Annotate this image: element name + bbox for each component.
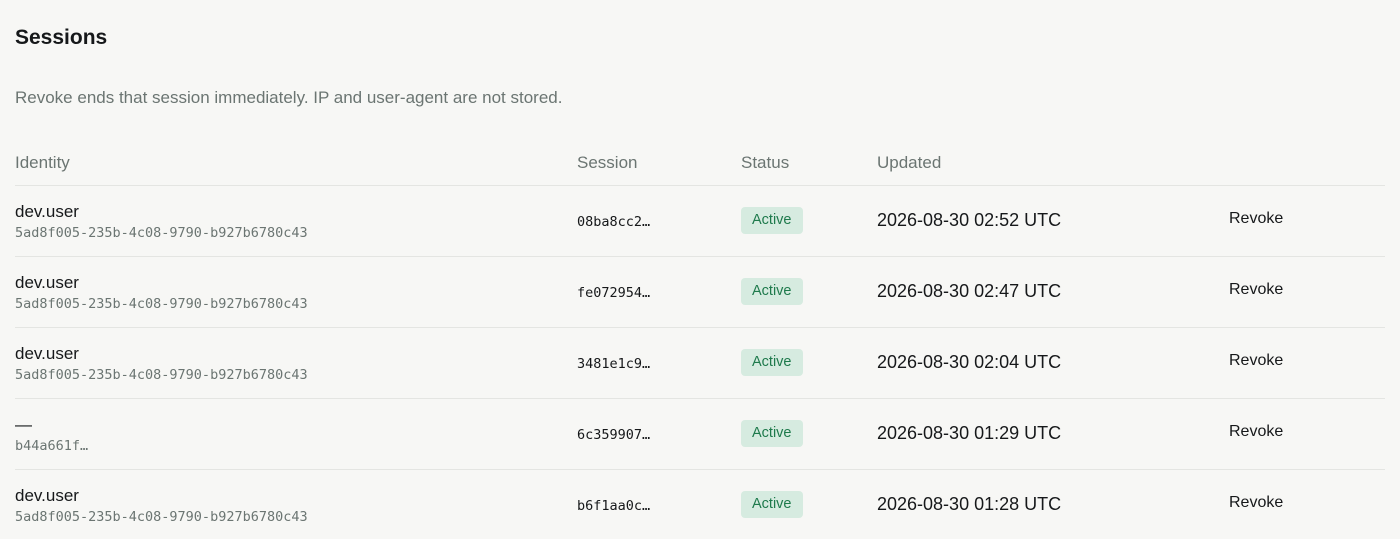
- updated-timestamp: 2026-08-30 01:29 UTC: [877, 423, 1062, 443]
- session-id: 08ba8cc2…: [577, 214, 651, 230]
- session-id: fe072954…: [577, 285, 651, 301]
- sessions-page: Sessions Revoke ends that session immedi…: [0, 0, 1400, 539]
- table-row: dev.user 5ad8f005-235b-4c08-9790-b927b67…: [15, 186, 1385, 257]
- session-id: 3481e1c9…: [577, 356, 651, 372]
- updated-timestamp: 2026-08-30 01:28 UTC: [877, 494, 1062, 514]
- status-badge: Active: [741, 491, 803, 518]
- column-header-identity: Identity: [15, 153, 70, 172]
- identity-name: dev.user: [15, 486, 79, 505]
- identity-name: dev.user: [15, 202, 79, 221]
- page-title: Sessions: [15, 26, 108, 49]
- table-header: Identity Session Status Updated: [15, 145, 1385, 186]
- revoke-button[interactable]: Revoke: [1229, 494, 1283, 512]
- identity-name: dev.user: [15, 344, 79, 363]
- revoke-button[interactable]: Revoke: [1229, 210, 1283, 228]
- updated-timestamp: 2026-08-30 02:52 UTC: [877, 210, 1062, 230]
- table-row: dev.user 5ad8f005-235b-4c08-9790-b927b67…: [15, 328, 1385, 399]
- status-badge: Active: [741, 349, 803, 376]
- table-row: — b44a661f… 6c359907… Active 2026-08-30 …: [15, 399, 1385, 470]
- status-badge: Active: [741, 207, 803, 234]
- column-header-session: Session: [577, 153, 638, 172]
- column-header-status: Status: [741, 153, 790, 172]
- identity-id: 5ad8f005-235b-4c08-9790-b927b6780c43: [15, 509, 308, 525]
- revoke-button[interactable]: Revoke: [1229, 352, 1283, 370]
- revoke-button[interactable]: Revoke: [1229, 423, 1283, 441]
- session-id: 6c359907…: [577, 427, 651, 443]
- column-header-updated: Updated: [877, 153, 942, 172]
- identity-id: 5ad8f005-235b-4c08-9790-b927b6780c43: [15, 225, 308, 241]
- updated-timestamp: 2026-08-30 02:04 UTC: [877, 352, 1062, 372]
- table-row: dev.user 5ad8f005-235b-4c08-9790-b927b67…: [15, 257, 1385, 328]
- status-badge: Active: [741, 278, 803, 305]
- sessions-table: Identity Session Status Updated dev.user…: [15, 145, 1385, 539]
- status-badge: Active: [741, 420, 803, 447]
- session-id: b6f1aa0c…: [577, 498, 651, 514]
- revoke-button[interactable]: Revoke: [1229, 281, 1283, 299]
- identity-id: 5ad8f005-235b-4c08-9790-b927b6780c43: [15, 296, 308, 312]
- table-row: dev.user 5ad8f005-235b-4c08-9790-b927b67…: [15, 470, 1385, 539]
- identity-id: b44a661f…: [15, 438, 89, 454]
- identity-name: dev.user: [15, 273, 79, 292]
- identity-name: —: [15, 415, 32, 434]
- page-description: Revoke ends that session immediately. IP…: [15, 88, 563, 107]
- updated-timestamp: 2026-08-30 02:47 UTC: [877, 281, 1062, 301]
- identity-id: 5ad8f005-235b-4c08-9790-b927b6780c43: [15, 367, 308, 383]
